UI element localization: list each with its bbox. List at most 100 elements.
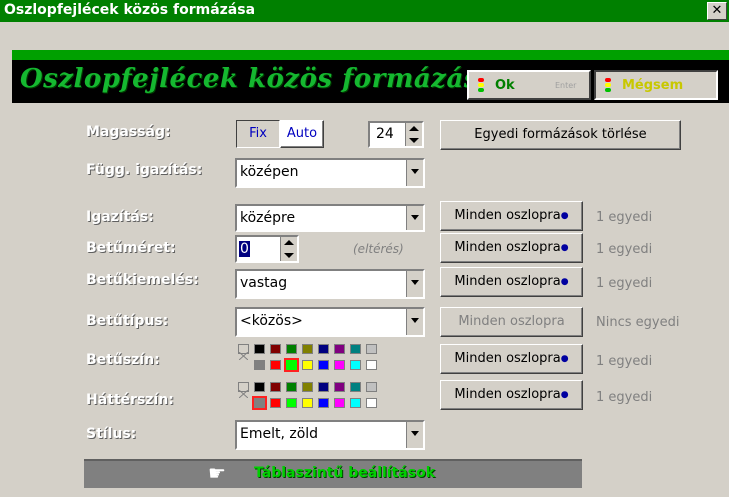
font-family-select[interactable]: <közös> — [235, 307, 425, 337]
color-swatch[interactable] — [302, 360, 313, 370]
text-color-status: 1 egyedi — [596, 354, 653, 369]
color-swatch[interactable] — [270, 398, 281, 408]
color-swatch[interactable] — [286, 398, 297, 408]
apply-all-label: Minden oszlopra — [454, 208, 561, 223]
valign-value: középen — [240, 164, 299, 180]
color-swatch[interactable] — [366, 382, 377, 392]
apply-all-label: Minden oszlopra — [454, 240, 561, 255]
color-swatch[interactable] — [270, 360, 281, 370]
font-emphasis-select[interactable]: vastag — [235, 269, 425, 299]
color-swatch[interactable] — [366, 398, 377, 408]
cancel-button[interactable]: Mégsem — [594, 70, 718, 100]
font-size-hint: (eltérés) — [353, 242, 404, 256]
background-color-status: 1 egyedi — [596, 390, 653, 405]
style-value: Emelt, zöld — [240, 426, 319, 442]
chevron-down-icon[interactable] — [406, 422, 423, 448]
background-color-label: Háttérszín: — [86, 392, 174, 408]
color-swatch[interactable] — [286, 382, 297, 392]
chevron-down-icon[interactable] — [406, 271, 423, 297]
align-value: középre — [240, 210, 296, 226]
apply-all-text-color-button[interactable]: Minden oszlopra● — [440, 344, 583, 374]
enter-hint: Enter — [555, 81, 577, 90]
font-emphasis-value: vastag — [240, 275, 288, 291]
color-swatch[interactable] — [318, 398, 329, 408]
apply-all-font-size-button[interactable]: Minden oszlopra● — [440, 233, 583, 263]
font-size-status: 1 egyedi — [596, 242, 653, 257]
color-swatch[interactable] — [334, 344, 345, 354]
height-value: 24 — [376, 126, 394, 142]
style-select[interactable]: Emelt, zöld — [235, 420, 425, 450]
ok-button[interactable]: Ok Enter — [467, 70, 591, 100]
color-swatch[interactable] — [302, 398, 313, 408]
apply-all-label: Minden oszlopra — [454, 351, 561, 366]
text-color-palette[interactable] — [238, 344, 428, 376]
align-label: Igazítás: — [86, 209, 154, 225]
color-swatch[interactable] — [334, 398, 345, 408]
table-settings-bar[interactable]: ☛ Táblaszintű beállítások — [84, 459, 582, 488]
ok-label: Ok — [495, 78, 515, 93]
window-title: Oszlopfejlécek közös formázása — [4, 2, 256, 18]
font-family-status: Nincs egyedi — [596, 315, 680, 330]
apply-all-font-emphasis-button[interactable]: Minden oszlopra● — [440, 267, 583, 297]
font-size-spinner[interactable]: 0 — [235, 235, 299, 263]
pointing-hand-icon: ☛ — [208, 461, 226, 485]
apply-all-background-color-button[interactable]: Minden oszlopra● — [440, 380, 583, 410]
traffic-light-icon — [477, 77, 485, 93]
close-button[interactable]: ✕ — [707, 2, 727, 20]
header-banner: Oszlopfejlécek közös formázása Ok Enter … — [12, 50, 729, 103]
style-label: Stílus: — [86, 426, 137, 442]
chevron-down-icon[interactable] — [406, 206, 423, 230]
color-swatch[interactable] — [252, 396, 267, 410]
color-swatch[interactable] — [318, 382, 329, 392]
color-swatch[interactable] — [254, 382, 265, 392]
apply-all-label: Minden oszlopra — [454, 274, 561, 289]
apply-all-font-family-button[interactable]: Minden oszlopra — [440, 307, 583, 337]
color-swatch[interactable] — [318, 360, 329, 370]
color-swatch[interactable] — [334, 360, 345, 370]
color-swatch[interactable] — [286, 344, 297, 354]
color-swatch[interactable] — [302, 382, 313, 392]
color-swatch[interactable] — [302, 344, 313, 354]
chevron-down-icon[interactable] — [406, 309, 423, 335]
align-select[interactable]: középre — [235, 204, 425, 232]
color-swatch[interactable] — [350, 360, 361, 370]
color-swatch[interactable] — [270, 382, 281, 392]
color-swatch[interactable] — [350, 398, 361, 408]
clear-custom-formats-button[interactable]: Egyedi formázások törlése — [440, 120, 681, 150]
color-swatch[interactable] — [318, 344, 329, 354]
fix-button[interactable]: Fix — [236, 120, 280, 148]
spin-arrows-icon[interactable] — [405, 123, 422, 146]
chevron-down-icon[interactable] — [406, 160, 423, 186]
color-swatch[interactable] — [350, 344, 361, 354]
color-swatch[interactable] — [270, 344, 281, 354]
color-swatch[interactable] — [284, 358, 299, 372]
no-color-swatch[interactable] — [238, 344, 249, 361]
background-color-palette[interactable] — [238, 382, 428, 414]
height-spinner[interactable]: 24 — [368, 121, 424, 148]
info-icon: ● — [560, 277, 569, 287]
color-swatch[interactable] — [334, 382, 345, 392]
info-icon: ● — [560, 354, 569, 364]
valign-label: Függ. igazítás: — [86, 162, 203, 178]
valign-select[interactable]: középen — [235, 158, 425, 188]
no-color-swatch[interactable] — [238, 382, 249, 399]
color-swatch[interactable] — [350, 382, 361, 392]
spin-arrows-icon[interactable] — [280, 237, 297, 261]
apply-all-label: Minden oszlopra — [454, 387, 561, 402]
table-settings-label: Táblaszintű beállítások — [254, 465, 436, 481]
cancel-label: Mégsem — [622, 78, 684, 93]
traffic-light-icon — [604, 77, 612, 93]
color-swatch[interactable] — [366, 344, 377, 354]
color-swatch[interactable] — [254, 360, 265, 370]
info-icon: ● — [560, 243, 569, 253]
color-swatch[interactable] — [254, 344, 265, 354]
apply-all-align-button[interactable]: Minden oszlopra● — [440, 201, 583, 231]
color-swatch[interactable] — [366, 360, 377, 370]
font-emphasis-label: Betűkiemelés: — [86, 272, 199, 288]
auto-button[interactable]: Auto — [280, 120, 324, 148]
info-icon: ● — [560, 211, 569, 221]
align-status: 1 egyedi — [596, 210, 653, 225]
window-title-bar: Oszlopfejlécek közös formázása ✕ — [0, 0, 729, 22]
header-title: Oszlopfejlécek közös formázása — [20, 64, 497, 94]
info-icon: ● — [560, 390, 569, 400]
